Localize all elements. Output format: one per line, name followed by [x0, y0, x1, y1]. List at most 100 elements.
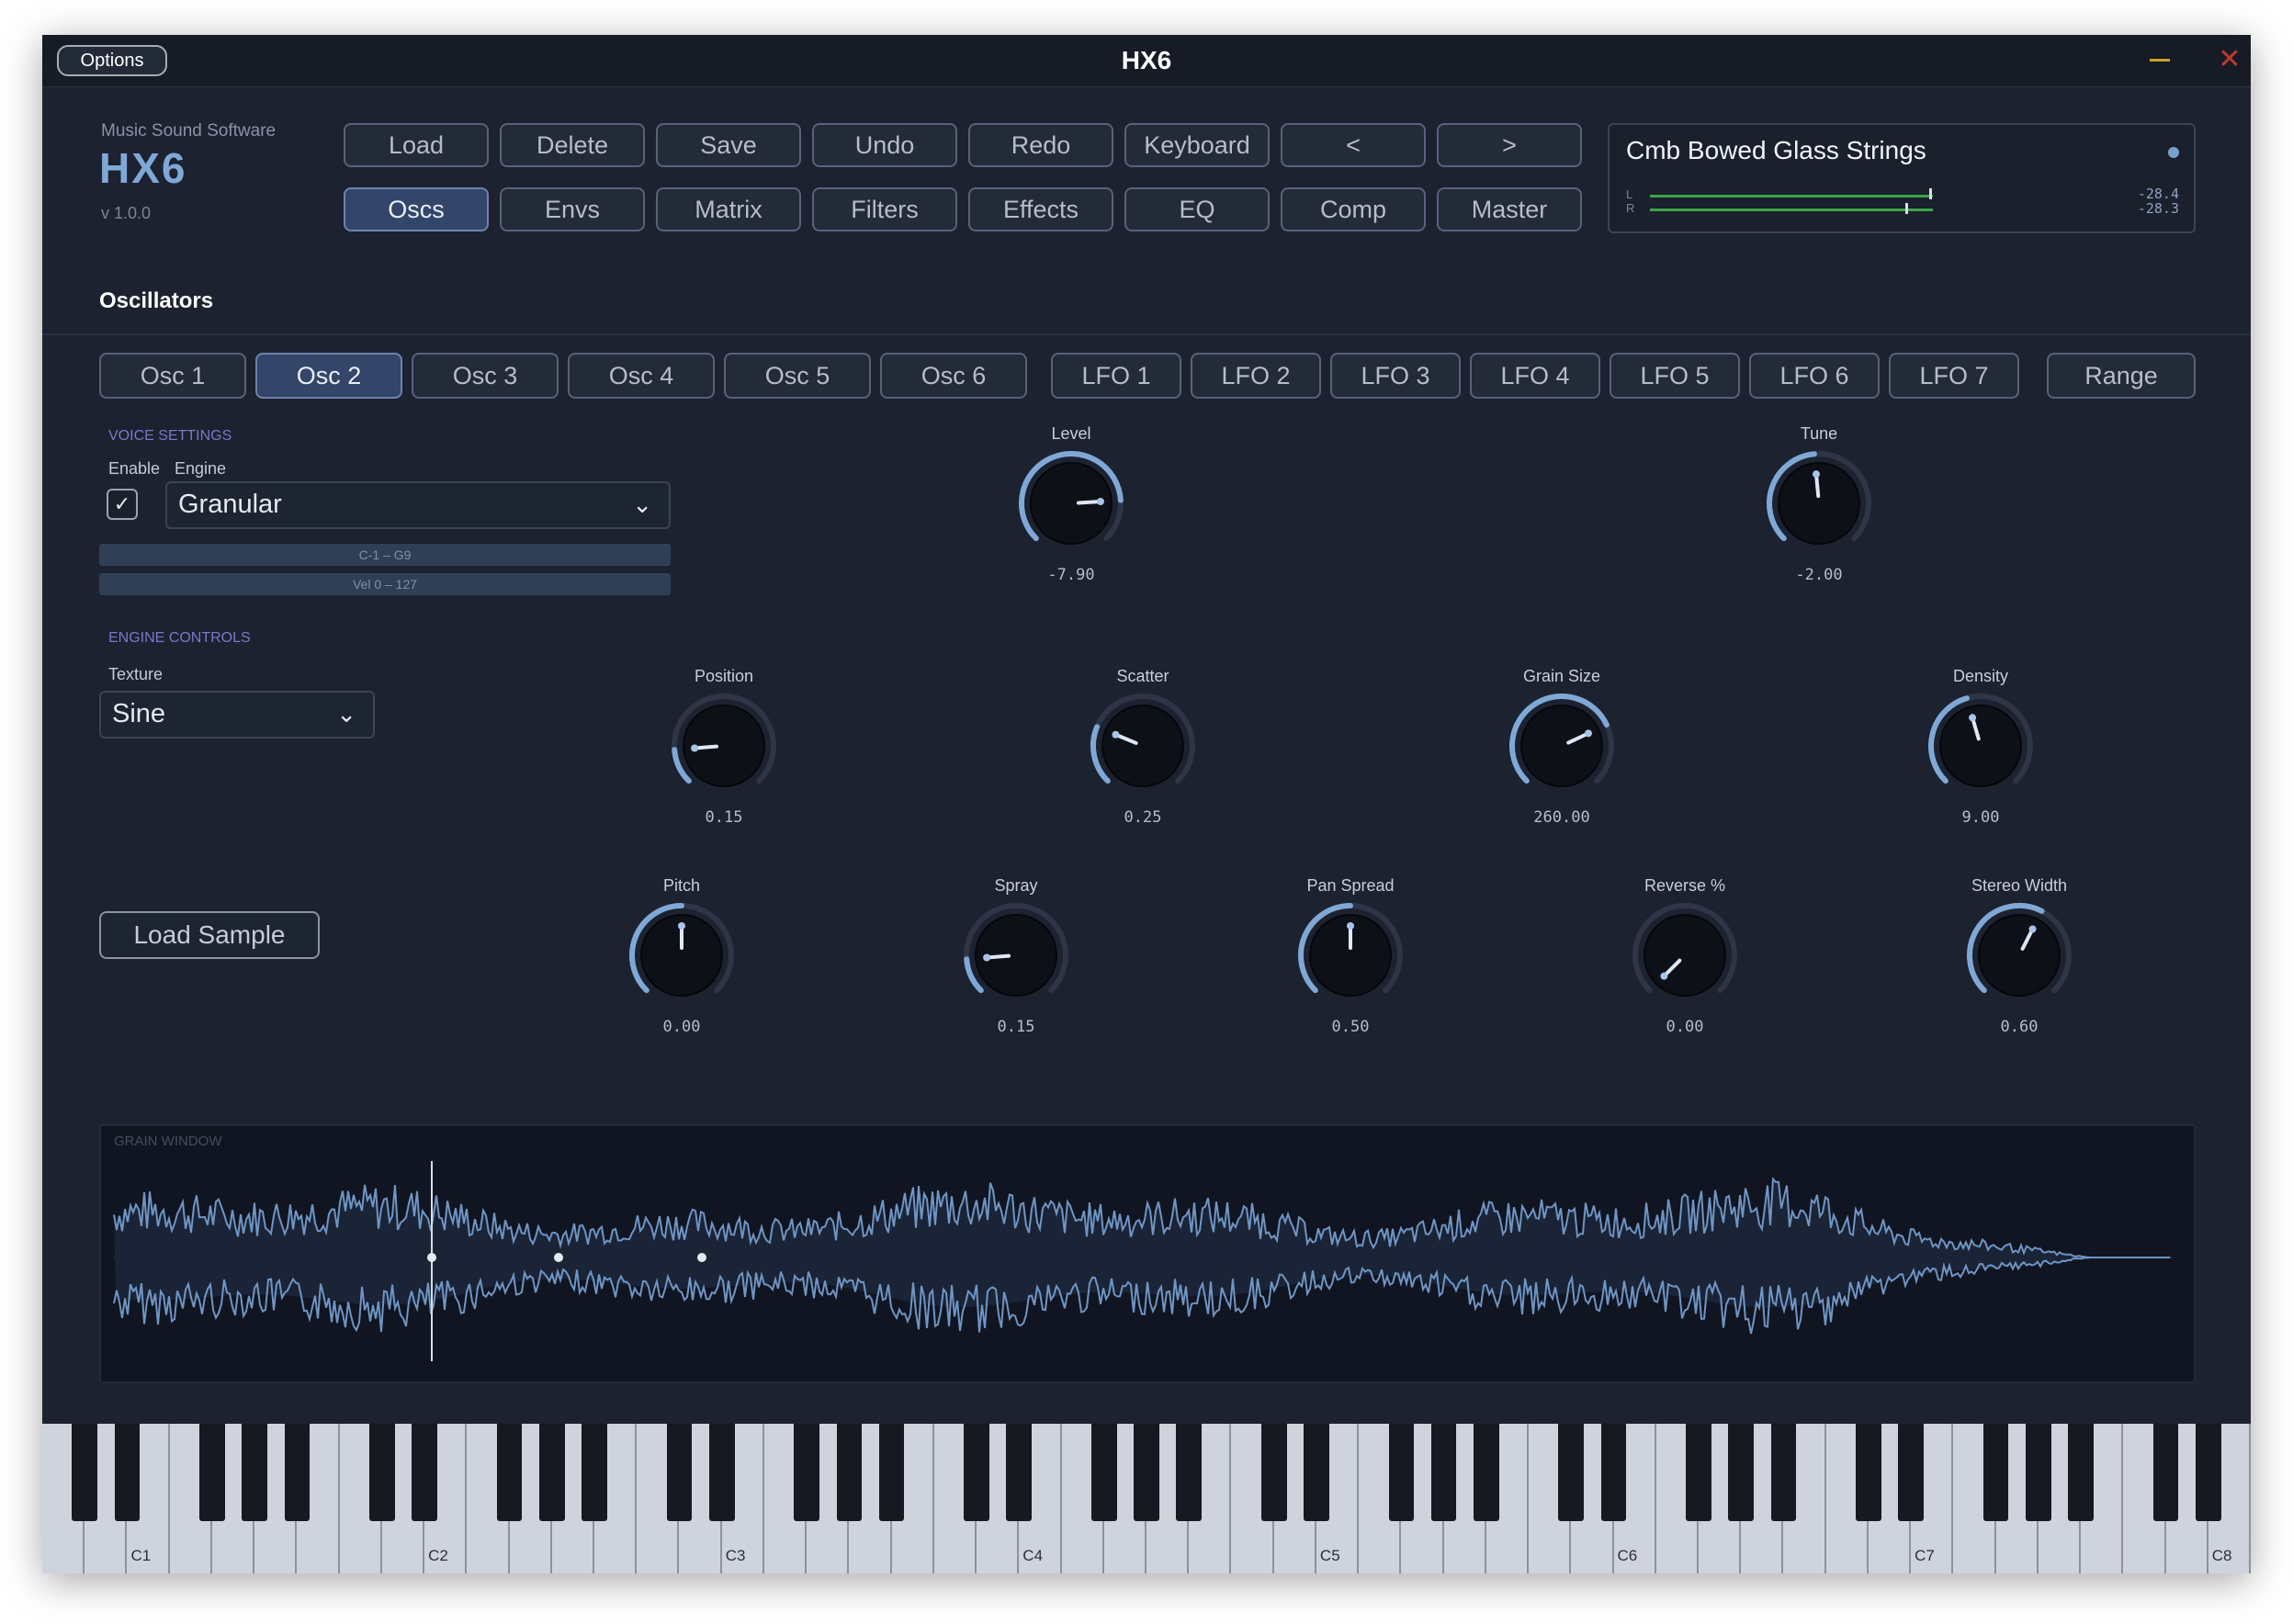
page-filters-button[interactable]: Filters — [812, 187, 957, 231]
density-dial[interactable] — [1926, 691, 2036, 801]
black-key[interactable] — [284, 1424, 311, 1521]
black-key[interactable] — [114, 1424, 141, 1521]
tab-lfo-1[interactable]: LFO 1 — [1051, 353, 1181, 399]
grain-size-dial[interactable] — [1507, 691, 1617, 801]
black-key[interactable] — [1388, 1424, 1415, 1521]
delete-button[interactable]: Delete — [500, 123, 645, 167]
undo-button[interactable]: Undo — [812, 123, 957, 167]
tab-lfo-3[interactable]: LFO 3 — [1330, 353, 1461, 399]
next-preset-button[interactable]: > — [1437, 123, 1582, 167]
minimize-icon[interactable] — [2150, 59, 2170, 62]
tab-lfo-2[interactable]: LFO 2 — [1191, 353, 1321, 399]
pan-spread-dial[interactable] — [1295, 900, 1406, 1010]
redo-button[interactable]: Redo — [968, 123, 1113, 167]
tab-osc-4[interactable]: Osc 4 — [568, 353, 715, 399]
page-effects-button[interactable]: Effects — [968, 187, 1113, 231]
black-key[interactable] — [1856, 1424, 1881, 1521]
black-key[interactable] — [1898, 1424, 1925, 1521]
black-key[interactable] — [199, 1424, 225, 1521]
enable-checkbox[interactable]: ✓ — [107, 489, 138, 520]
waveform-display[interactable] — [101, 1126, 2194, 1382]
tab-lfo-6[interactable]: LFO 6 — [1749, 353, 1880, 399]
level-dial[interactable] — [1016, 448, 1126, 558]
black-key[interactable] — [1982, 1424, 2009, 1521]
black-key[interactable] — [2152, 1424, 2179, 1521]
position-knob[interactable]: Position 0.15 — [641, 667, 807, 832]
scatter-dial[interactable] — [1088, 691, 1198, 801]
tab-osc-3[interactable]: Osc 3 — [412, 353, 559, 399]
close-icon[interactable]: ✕ — [2216, 46, 2243, 73]
key-range-bar[interactable]: C-1 – G9 — [99, 544, 671, 566]
black-key[interactable] — [1770, 1424, 1797, 1521]
texture-dropdown[interactable]: Sine ⌄ — [99, 691, 375, 739]
reverse-knob[interactable]: Reverse % 0.00 — [1602, 876, 1768, 1042]
load-sample-button[interactable]: Load Sample — [99, 911, 320, 959]
spray-knob[interactable]: Spray 0.15 — [933, 876, 1099, 1042]
spray-dial[interactable] — [961, 900, 1071, 1010]
tune-dial[interactable] — [1764, 448, 1874, 558]
density-knob[interactable]: Density 9.00 — [1898, 667, 2063, 832]
tab-range[interactable]: Range — [2047, 353, 2196, 399]
black-key[interactable] — [1473, 1424, 1499, 1521]
black-key[interactable] — [1090, 1424, 1117, 1521]
velocity-range-bar[interactable]: Vel 0 – 127 — [99, 573, 671, 595]
page-comp-button[interactable]: Comp — [1281, 187, 1426, 231]
black-key[interactable] — [1558, 1424, 1585, 1521]
piano-keyboard[interactable]: C1 C2 C3 C4 C5 C6 C7 C8 — [42, 1424, 2251, 1573]
black-key[interactable] — [1600, 1424, 1627, 1521]
tune-knob[interactable]: Tune -2.00 — [1736, 424, 1902, 590]
black-key[interactable] — [964, 1424, 989, 1521]
black-key[interactable] — [1686, 1424, 1711, 1521]
black-key[interactable] — [1304, 1424, 1329, 1521]
tab-lfo-4[interactable]: LFO 4 — [1470, 353, 1600, 399]
page-envs-button[interactable]: Envs — [500, 187, 645, 231]
black-key[interactable] — [1134, 1424, 1159, 1521]
black-key[interactable] — [1430, 1424, 1457, 1521]
page-master-button[interactable]: Master — [1437, 187, 1582, 231]
load-button[interactable]: Load — [344, 123, 489, 167]
save-button[interactable]: Save — [656, 123, 801, 167]
black-key[interactable] — [538, 1424, 565, 1521]
black-key[interactable] — [496, 1424, 523, 1521]
stereo-width-dial[interactable] — [1964, 900, 2074, 1010]
stereo-width-knob[interactable]: Stereo Width 0.60 — [1937, 876, 2102, 1042]
black-key[interactable] — [2195, 1424, 2221, 1521]
black-key[interactable] — [582, 1424, 607, 1521]
page-oscs-button[interactable]: Oscs — [344, 187, 489, 231]
black-key[interactable] — [794, 1424, 820, 1521]
scatter-knob[interactable]: Scatter 0.25 — [1060, 667, 1226, 832]
page-matrix-button[interactable]: Matrix — [656, 187, 801, 231]
black-key[interactable] — [2068, 1424, 2094, 1521]
black-key[interactable] — [1260, 1424, 1287, 1521]
black-key[interactable] — [878, 1424, 905, 1521]
black-key[interactable] — [708, 1424, 735, 1521]
black-key[interactable] — [368, 1424, 395, 1521]
black-key[interactable] — [2025, 1424, 2051, 1521]
tab-osc-2[interactable]: Osc 2 — [255, 353, 402, 399]
black-key[interactable] — [666, 1424, 693, 1521]
black-key[interactable] — [1728, 1424, 1755, 1521]
tab-osc-6[interactable]: Osc 6 — [880, 353, 1027, 399]
keyboard-button[interactable]: Keyboard — [1124, 123, 1270, 167]
black-key[interactable] — [72, 1424, 98, 1521]
prev-preset-button[interactable]: < — [1281, 123, 1426, 167]
black-key[interactable] — [412, 1424, 437, 1521]
pan-spread-knob[interactable]: Pan Spread 0.50 — [1268, 876, 1433, 1042]
grain-size-knob[interactable]: Grain Size 260.00 — [1479, 667, 1644, 832]
reverse-dial[interactable] — [1630, 900, 1740, 1010]
tab-osc-5[interactable]: Osc 5 — [724, 353, 871, 399]
black-key[interactable] — [836, 1424, 863, 1521]
black-key[interactable] — [242, 1424, 268, 1521]
preset-display[interactable]: Cmb Bowed Glass Strings L R -28.4 -28.3 — [1608, 123, 2196, 233]
pitch-knob[interactable]: Pitch 0.00 — [599, 876, 764, 1042]
engine-dropdown[interactable]: Granular ⌄ — [165, 481, 671, 529]
tab-osc-1[interactable]: Osc 1 — [99, 353, 246, 399]
tab-lfo-7[interactable]: LFO 7 — [1889, 353, 2019, 399]
black-key[interactable] — [1006, 1424, 1033, 1521]
page-eq-button[interactable]: EQ — [1124, 187, 1270, 231]
pitch-dial[interactable] — [627, 900, 737, 1010]
level-knob[interactable]: Level -7.90 — [988, 424, 1154, 590]
position-dial[interactable] — [669, 691, 779, 801]
tab-lfo-5[interactable]: LFO 5 — [1610, 353, 1740, 399]
black-key[interactable] — [1176, 1424, 1203, 1521]
